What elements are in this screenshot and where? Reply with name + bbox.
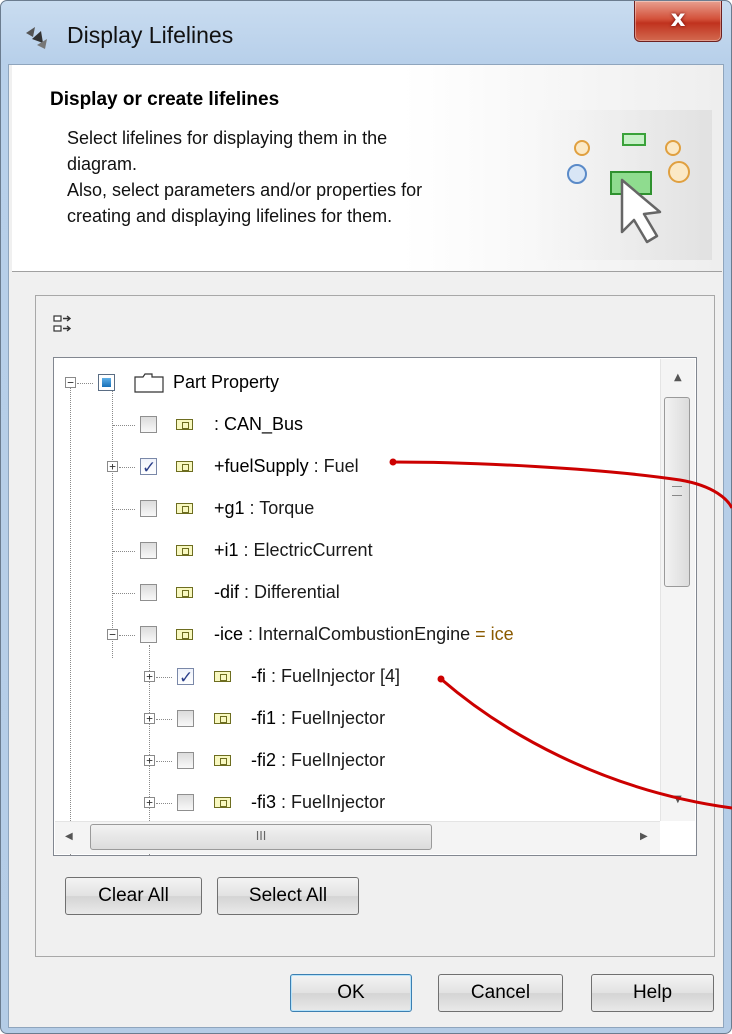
lifeline-app-icon [26, 27, 47, 49]
scroll-down-icon[interactable]: ▼ [674, 794, 682, 805]
header-description: Select lifelines for displaying them in … [67, 125, 537, 229]
property-name: +i1 [214, 540, 239, 560]
part-property-icon [176, 419, 193, 430]
close-icon: x [670, 6, 686, 32]
property-type: : FuelInjector [276, 708, 386, 728]
property-multiplicity: [4] [375, 666, 401, 686]
property-name: -ice [214, 624, 244, 644]
expand-icon[interactable]: + [144, 713, 155, 724]
property-type: : FuelInjector [276, 792, 386, 812]
lifeline-checkbox[interactable] [140, 416, 157, 433]
title-bar[interactable]: Display Lifelines x [1, 1, 731, 71]
lifeline-checkbox[interactable] [177, 660, 194, 696]
expand-all-icon[interactable] [52, 313, 74, 335]
property-name: +fuelSupply [214, 456, 309, 476]
lifeline-checkbox[interactable] [140, 450, 157, 486]
expand-icon[interactable]: + [107, 461, 118, 472]
lifeline-checkbox[interactable] [140, 542, 157, 559]
window-title: Display Lifelines [67, 22, 234, 48]
select-all-button[interactable]: Select All [217, 877, 359, 915]
lifeline-checkbox[interactable] [140, 584, 157, 601]
expand-icon[interactable]: + [144, 755, 155, 766]
tree-row[interactable]: +i1 : ElectricCurrent [54, 532, 660, 568]
lifeline-tree[interactable]: − Part Property : CAN_Bus + +fuelSupply … [53, 357, 697, 856]
header-title: Display or create lifelines [50, 89, 280, 110]
close-button[interactable]: x [634, 1, 722, 42]
tree-row-root[interactable]: − Part Property [54, 364, 660, 400]
expand-icon[interactable]: + [144, 797, 155, 808]
grip-icon [672, 486, 682, 496]
tree-row[interactable]: + +fuelSupply : Fuel [54, 448, 660, 486]
property-type: : InternalCombustionEngine [243, 624, 471, 644]
tree-row[interactable]: : CAN_Bus [54, 406, 660, 442]
part-property-icon [214, 671, 231, 682]
lifeline-checkbox[interactable] [177, 794, 194, 811]
root-label: Part Property [173, 372, 280, 392]
clear-all-button[interactable]: Clear All [65, 877, 202, 915]
property-type: : FuelInjector [266, 666, 376, 686]
tree-row[interactable]: + -fi : FuelInjector [4] [54, 658, 660, 696]
vertical-scroll-thumb[interactable] [664, 397, 690, 587]
selection-illustration-icon [527, 110, 712, 260]
header-desc-line: diagram. [67, 154, 138, 174]
expand-icon[interactable]: + [144, 671, 155, 682]
part-property-icon [214, 713, 231, 724]
property-name: -fi2 [251, 750, 277, 770]
property-name: -fi [251, 666, 266, 686]
property-type: : ElectricCurrent [238, 540, 373, 560]
tree-row[interactable]: -dif : Differential [54, 574, 660, 610]
part-property-icon [176, 587, 193, 598]
property-type: : Torque [244, 498, 315, 518]
tree-row[interactable]: +g1 : Torque [54, 490, 660, 526]
ok-button[interactable]: OK [290, 974, 412, 1012]
part-property-icon [176, 629, 193, 640]
scroll-right-icon[interactable]: ▶ [640, 831, 648, 842]
property-name: -fi1 [251, 708, 277, 728]
property-name: : CAN_Bus [214, 414, 304, 434]
property-type: : Differential [239, 582, 340, 602]
part-property-icon [176, 461, 193, 472]
help-button[interactable]: Help [591, 974, 714, 1012]
lifeline-checkbox[interactable] [177, 710, 194, 727]
collapse-icon[interactable]: − [107, 629, 118, 640]
header-desc-line: creating and displaying lifelines for th… [67, 206, 393, 226]
horizontal-scroll-thumb[interactable]: III [90, 824, 432, 850]
part-property-icon [214, 797, 231, 808]
collapse-icon[interactable]: − [65, 377, 76, 388]
tree-row[interactable]: + -fi2 : FuelInjector [54, 742, 660, 778]
part-property-icon [176, 503, 193, 514]
cancel-button[interactable]: Cancel [438, 974, 563, 1012]
header-desc-line: Select lifelines for displaying them in … [67, 128, 388, 148]
property-type: : Fuel [308, 456, 359, 476]
lifeline-checkbox[interactable] [177, 752, 194, 769]
part-property-icon [176, 545, 193, 556]
part-property-icon [214, 755, 231, 766]
property-type: : FuelInjector [276, 750, 386, 770]
scroll-left-icon[interactable]: ◀ [65, 831, 73, 842]
lifeline-checkbox[interactable] [140, 500, 157, 517]
folder-icon [134, 373, 164, 393]
lifeline-checkbox[interactable] [140, 626, 157, 643]
property-name: -fi3 [251, 792, 277, 812]
tree-row[interactable]: − -ice : InternalCombustionEngine = ice [54, 616, 660, 652]
tree-row[interactable]: + -fi1 : FuelInjector [54, 700, 660, 736]
property-name: -dif [214, 582, 240, 602]
root-checkbox[interactable] [98, 374, 115, 391]
scroll-up-icon[interactable]: ▲ [674, 372, 682, 383]
tree-row[interactable]: + -fi3 : FuelInjector [54, 784, 660, 820]
header-desc-line: Also, select parameters and/or propertie… [67, 180, 423, 200]
property-default-value: = ice [470, 624, 514, 644]
header-banner: Display or create lifelines Select lifel… [12, 65, 722, 272]
property-name: +g1 [214, 498, 245, 518]
